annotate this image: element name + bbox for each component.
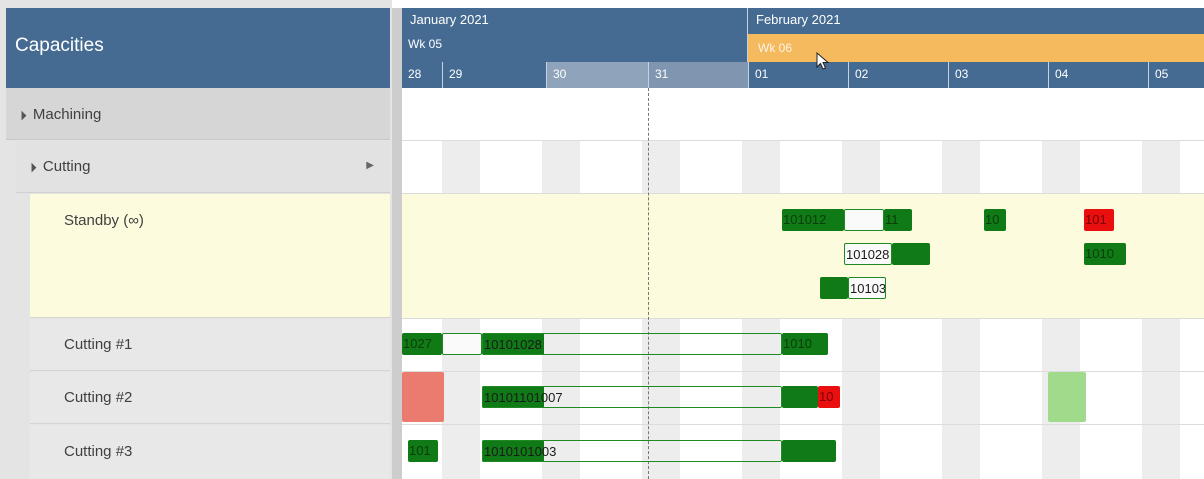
day-label: 29 bbox=[449, 67, 463, 81]
tree-row-label: Cutting #1 bbox=[64, 336, 133, 353]
tree-row-label: Cutting #3 bbox=[64, 443, 133, 460]
day-label: 30 bbox=[553, 67, 567, 81]
order-bar[interactable]: 101028 bbox=[844, 243, 892, 265]
tree-row-machining[interactable]: ◢ Machining bbox=[6, 88, 390, 140]
order-label: 101028 bbox=[846, 247, 890, 262]
order-bar[interactable] bbox=[782, 386, 818, 408]
order-label: 11 bbox=[885, 212, 899, 227]
order-label: 1010 bbox=[783, 336, 812, 351]
blocked-time-block[interactable] bbox=[402, 372, 444, 422]
panel-splitter[interactable] bbox=[392, 8, 402, 479]
row-divider bbox=[402, 193, 1204, 194]
row-divider bbox=[402, 424, 1204, 425]
day-header-30[interactable]: 30 bbox=[546, 62, 648, 88]
order-label: 101 bbox=[1085, 212, 1107, 227]
order-label: 101034 bbox=[850, 281, 886, 296]
gantt-chart-area[interactable]: 101012 11 10 101 101028 1010 101034 1027… bbox=[402, 88, 1204, 479]
order-bar[interactable]: 1027 bbox=[402, 333, 442, 355]
order-label: 10 bbox=[819, 389, 834, 404]
order-label: 1010101003 bbox=[484, 444, 557, 459]
late-order-bar[interactable]: 101 bbox=[1084, 209, 1114, 231]
day-header-05[interactable]: 05 bbox=[1148, 62, 1204, 88]
order-bar[interactable]: 1010101003 bbox=[482, 440, 782, 462]
order-bar[interactable]: 1010 bbox=[1084, 243, 1126, 265]
order-bar[interactable] bbox=[782, 440, 836, 462]
day-label: 02 bbox=[855, 67, 869, 81]
today-marker-line bbox=[648, 88, 649, 479]
day-header-02[interactable]: 02 bbox=[848, 62, 948, 88]
order-label: 10 bbox=[985, 212, 1000, 227]
panel-header: Capacities bbox=[6, 8, 390, 88]
tree-row-label: Cutting #2 bbox=[64, 389, 133, 406]
day-label: 03 bbox=[955, 67, 969, 81]
collapse-triangle-icon[interactable]: ◢ bbox=[15, 109, 28, 122]
mouse-cursor-icon bbox=[816, 52, 830, 70]
tree-row-label: Machining bbox=[32, 106, 102, 123]
day-header-29[interactable]: 29 bbox=[442, 62, 546, 88]
expand-arrow-icon[interactable]: ▶ bbox=[366, 160, 374, 171]
order-bar[interactable] bbox=[442, 333, 482, 355]
month-label-january: January 2021 bbox=[410, 12, 489, 27]
row-divider bbox=[402, 318, 1204, 319]
late-order-bar[interactable]: 10 bbox=[818, 386, 840, 408]
order-bar[interactable]: 10 bbox=[984, 209, 1006, 231]
available-time-block[interactable] bbox=[1048, 372, 1086, 422]
day-label: 05 bbox=[1155, 67, 1169, 81]
order-bar[interactable]: 10101028 bbox=[482, 333, 782, 355]
order-bar[interactable]: 101012 bbox=[782, 209, 844, 231]
row-divider bbox=[402, 140, 1204, 141]
order-bar[interactable]: 101034 bbox=[848, 277, 886, 299]
timeline-header: January 2021 February 2021 Wk 05 Wk 06 2… bbox=[402, 8, 1204, 88]
tree-row-cutting-1[interactable]: Cutting #1 bbox=[30, 319, 390, 371]
day-label: 04 bbox=[1055, 67, 1069, 81]
order-bar[interactable] bbox=[892, 243, 930, 265]
order-bar[interactable]: 101 bbox=[408, 440, 438, 462]
capacity-tree-panel: Capacities ◢ Machining ◢ Cutting ▶ Stand… bbox=[0, 0, 392, 479]
order-bar[interactable]: 11 bbox=[884, 209, 912, 231]
order-label: 101012 bbox=[783, 212, 827, 227]
tree-row-cutting-2[interactable]: Cutting #2 bbox=[30, 372, 390, 424]
day-header-04[interactable]: 04 bbox=[1048, 62, 1148, 88]
order-label: 10101028 bbox=[484, 337, 542, 352]
order-bar[interactable] bbox=[820, 277, 848, 299]
day-label: 31 bbox=[655, 67, 669, 81]
tree-row-label: Cutting bbox=[42, 158, 91, 175]
order-label: 101 bbox=[409, 443, 431, 458]
day-header-01[interactable]: 01 bbox=[748, 62, 848, 88]
panel-title: Capacities bbox=[15, 35, 104, 56]
tree-row-cutting-3[interactable]: Cutting #3 bbox=[30, 425, 390, 479]
tree-row-standby[interactable]: Standby (∞) bbox=[30, 194, 390, 318]
week-label-06: Wk 06 bbox=[758, 41, 793, 55]
tree-row-cutting[interactable]: ◢ Cutting ▶ bbox=[16, 141, 390, 193]
order-bar[interactable]: 1010 bbox=[782, 333, 828, 355]
order-bar[interactable] bbox=[844, 209, 884, 231]
day-label: 28 bbox=[408, 67, 422, 81]
day-header-28[interactable]: 28 bbox=[402, 62, 442, 88]
tree-row-label: Standby (∞) bbox=[64, 212, 144, 229]
order-label: 1010 bbox=[1085, 246, 1114, 261]
order-bar[interactable]: 10101101007 bbox=[482, 386, 782, 408]
day-header-31[interactable]: 31 bbox=[648, 62, 748, 88]
order-label: 1027 bbox=[403, 336, 432, 351]
week-label-05: Wk 05 bbox=[408, 37, 443, 51]
day-label: 01 bbox=[755, 67, 769, 81]
order-label: 10101101007 bbox=[484, 390, 563, 405]
collapse-triangle-icon[interactable]: ◢ bbox=[25, 161, 38, 174]
day-header-03[interactable]: 03 bbox=[948, 62, 1048, 88]
month-label-february: February 2021 bbox=[756, 12, 841, 27]
